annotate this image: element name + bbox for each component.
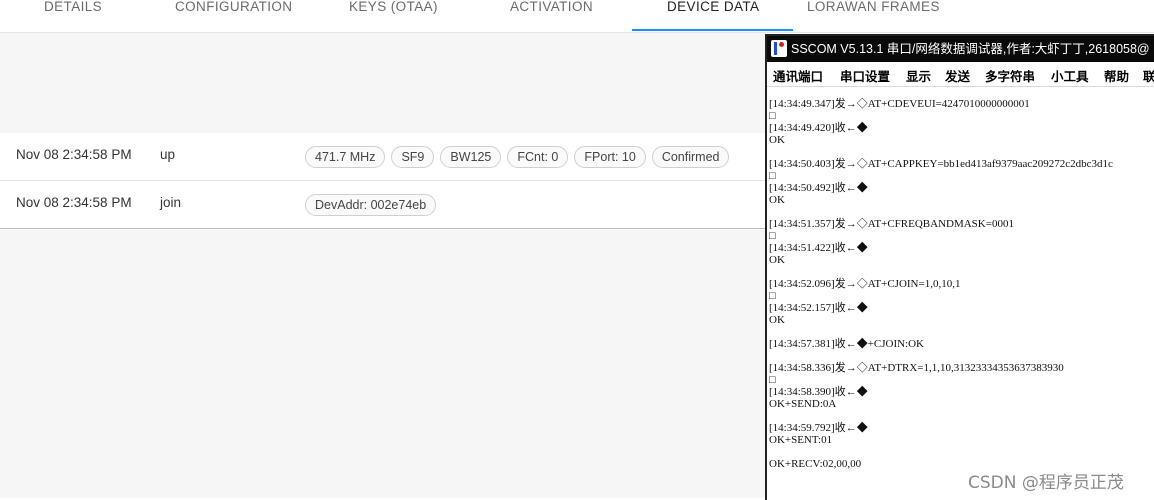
menu-comm-port[interactable]: 通讯端口 (773, 66, 823, 85)
sscom-titlebar[interactable]: SSCOM V5.13.1 串口/网络数据调试器,作者:大虾丁丁,2618058… (767, 36, 1154, 62)
menu-help[interactable]: 帮助 (1104, 66, 1129, 85)
frame-type: up (160, 147, 176, 162)
tab-keys-otaa[interactable]: KEYS (OTAA) (349, 0, 438, 30)
console-line: OK (769, 314, 785, 326)
watermark: CSDN @程序员正茂 (968, 473, 1124, 493)
menu-send[interactable]: 发送 (945, 66, 970, 85)
console-line: [14:34:51.357]发→◇AT+CFREQBANDMASK=0001 (769, 218, 1014, 230)
tab-device-data[interactable]: DEVICE DATA (667, 0, 759, 30)
console-line: □ (769, 110, 776, 122)
console-line: OK (769, 194, 785, 206)
device-data-header-area (0, 33, 765, 133)
menu-contact[interactable]: 联 (1143, 66, 1154, 85)
menu-multi-string[interactable]: 多字符串 (985, 66, 1035, 85)
tag-fport: FPort: 10 (574, 146, 646, 168)
console-line: [14:34:49.347]发→◇AT+CDEVEUI=424701000000… (769, 98, 1030, 110)
menu-serial-settings[interactable]: 串口设置 (840, 66, 890, 85)
sscom-title: SSCOM V5.13.1 串口/网络数据调试器,作者:大虾丁丁,2618058… (791, 42, 1150, 56)
sscom-receive-console[interactable]: [14:34:49.347]发→◇AT+CDEVEUI=424701000000… (769, 98, 1154, 498)
sscom-app-icon (771, 40, 787, 57)
sscom-menubar: 通讯端口 串口设置 显示 发送 多字符串 小工具 帮助 联 (767, 62, 1154, 87)
tag-spreading-factor: SF9 (391, 146, 435, 168)
menu-display[interactable]: 显示 (906, 66, 931, 85)
device-data-empty-area (0, 230, 765, 498)
tab-bar: DETAILS CONFIGURATION KEYS (OTAA) ACTIVA… (0, 0, 1154, 33)
console-line: [14:34:50.403]发→◇AT+CAPPKEY=bb1ed413af93… (769, 158, 1113, 170)
console-line: [14:34:52.096]发→◇AT+CJOIN=1,0,10,1 (769, 278, 961, 290)
frame-tags: 471.7 MHz SF9 BW125 FCnt: 0 FPort: 10 Co… (305, 146, 730, 168)
active-tab-indicator (632, 29, 793, 31)
console-line: [14:34:58.390]收←◆ (769, 386, 868, 398)
console-line: OK (769, 134, 785, 146)
console-line: [14:34:57.381]收←◆+CJOIN:OK (769, 338, 925, 350)
tab-lorawan-frames[interactable]: LORAWAN FRAMES (807, 0, 940, 30)
console-line: □ (769, 290, 776, 302)
console-line: [14:34:58.336]发→◇AT+DTRX=1,1,10,31323334… (769, 362, 1064, 374)
console-line: [14:34:51.422]收←◆ (769, 242, 868, 254)
console-line: [14:34:50.492]收←◆ (769, 182, 868, 194)
tab-details[interactable]: DETAILS (44, 0, 102, 30)
frame-time: Nov 08 2:34:58 PM (16, 147, 132, 162)
console-line: [14:34:49.420]收←◆ (769, 122, 868, 134)
console-line: □ (769, 374, 776, 386)
menu-tools[interactable]: 小工具 (1051, 66, 1089, 85)
sscom-window: SSCOM V5.13.1 串口/网络数据调试器,作者:大虾丁丁,2618058… (765, 34, 1154, 500)
console-line: OK (769, 254, 785, 266)
tag-frequency: 471.7 MHz (305, 146, 386, 168)
console-line: OK+SENT:01 (769, 434, 833, 446)
frame-tags: DevAddr: 002e74eb (305, 194, 437, 216)
tag-confirmed: Confirmed (651, 146, 730, 168)
frame-row[interactable]: Nov 08 2:34:58 PM up 471.7 MHz SF9 BW125… (0, 133, 765, 181)
frame-time: Nov 08 2:34:58 PM (16, 195, 132, 210)
tab-activation[interactable]: ACTIVATION (510, 0, 593, 30)
tag-fcnt: FCnt: 0 (507, 146, 569, 168)
tag-bandwidth: BW125 (440, 146, 502, 168)
console-line: □ (769, 170, 776, 182)
tag-devaddr: DevAddr: 002e74eb (305, 194, 437, 216)
console-line: [14:34:52.157]收←◆ (769, 302, 868, 314)
console-line: OK+SEND:0A (769, 398, 837, 410)
frame-type: join (160, 195, 182, 210)
console-line: □ (769, 230, 776, 242)
tab-configuration[interactable]: CONFIGURATION (175, 0, 292, 30)
console-line: [14:34:59.792]收←◆ (769, 422, 868, 434)
frame-row[interactable]: Nov 08 2:34:58 PM join DevAddr: 002e74eb (0, 181, 765, 229)
